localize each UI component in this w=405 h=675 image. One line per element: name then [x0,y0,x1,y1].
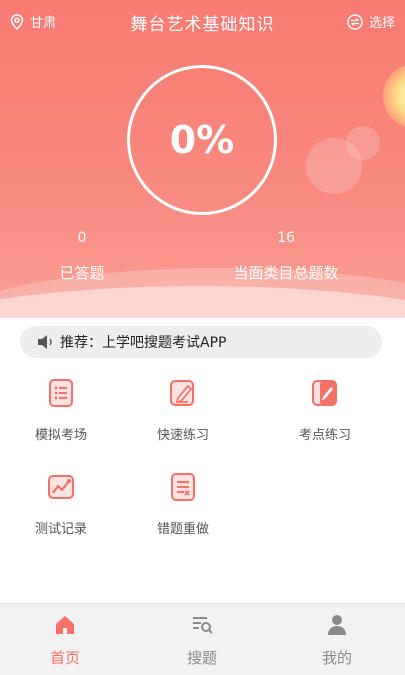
sun-decoration [383,64,405,128]
switch-icon [347,13,363,30]
feature-label: 错题重做 [156,522,209,537]
feature-label: 快速练习 [156,428,209,443]
feature-label: 考点练习 [298,428,351,443]
progress-percent: 0% [169,118,235,162]
tab-home[interactable]: 首页 [15,604,115,675]
feature-quick-practice[interactable]: 快速练习 [138,378,228,443]
notebook-pen-icon [312,380,337,406]
tab-label: 我的 [321,649,352,667]
search-list-icon [193,617,213,634]
notice-text: 推荐：上学吧搜题考试APP [60,335,227,351]
feature-label: 模拟考场 [34,428,87,443]
feature-mock-exam[interactable]: 模拟考场 [16,378,106,443]
tab-label: 首页 [49,649,80,667]
progress-ring: 0% [127,65,277,215]
answered-count: 0 [77,230,87,246]
speaker-icon [38,335,52,349]
feature-test-record[interactable]: 测试记录 [16,472,106,537]
list-icon [49,379,73,407]
bottom-tab-bar: 首页 搜题 我的 [0,603,405,675]
feature-point-practice[interactable]: 考点练习 [280,378,370,443]
feature-label: 测试记录 [34,522,87,537]
choose-button[interactable]: 选择 [347,12,395,31]
feature-redo-mistakes[interactable]: 错题重做 [138,472,228,537]
answered-label: 已答题 [59,264,105,282]
total-label: 当面类目总题数 [233,264,339,282]
chart-icon [48,475,74,499]
bubble-decoration [346,126,380,160]
choose-label: 选择 [368,16,395,31]
top-bar: 甘肃 舞台艺术基础知识 选择 [0,0,405,44]
hero-banner: 甘肃 舞台艺术基础知识 选择 0% 0 已答题 16 当面类目总题数 [0,0,405,318]
document-icon [171,473,195,501]
home-icon [56,616,74,634]
tab-search[interactable]: 搜题 [152,604,252,675]
total-count: 16 [277,230,295,246]
user-icon [328,615,346,635]
edit-icon [170,380,194,406]
recommend-notice[interactable]: 推荐：上学吧搜题考试APP [20,326,382,358]
page-title: 舞台艺术基础知识 [130,15,275,35]
tab-mine[interactable]: 我的 [287,604,387,675]
tab-label: 搜题 [186,649,217,667]
